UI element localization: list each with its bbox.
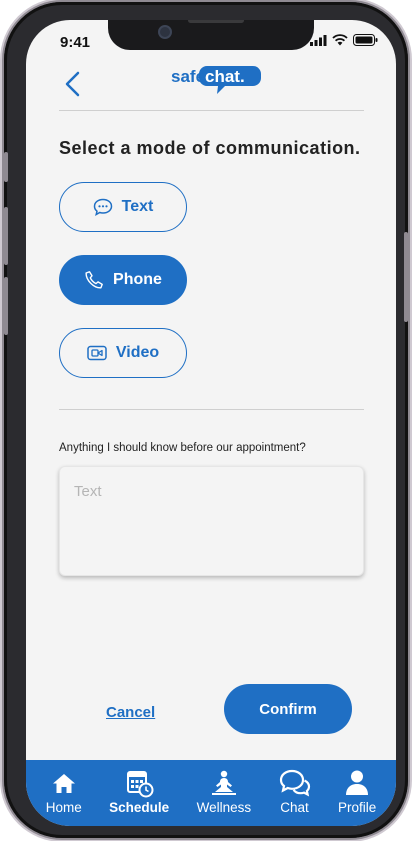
phone-frame: 9:41 safe chat. Select a mode of communi…: [4, 2, 408, 838]
calendar-clock-icon: [127, 771, 154, 798]
mute-switch: [4, 152, 8, 182]
mode-phone-label: Phone: [113, 271, 162, 288]
top-divider: [59, 110, 364, 111]
volume-up-button: [4, 207, 8, 265]
battery-icon: [353, 34, 378, 46]
meditation-icon: [211, 770, 236, 795]
tab-home[interactable]: Home: [46, 768, 82, 815]
logo-text-safe: safe: [171, 67, 205, 86]
status-time: 9:41: [60, 34, 91, 51]
chat-bubble-icon: [93, 198, 112, 216]
tab-schedule[interactable]: Schedule: [109, 768, 169, 815]
camera: [158, 25, 172, 39]
safechat-logo: safe chat.: [171, 62, 261, 96]
mode-text-button[interactable]: Text: [59, 182, 187, 232]
tab-schedule-label: Schedule: [109, 800, 170, 815]
confirm-button[interactable]: Confirm: [224, 684, 352, 734]
tab-wellness[interactable]: Wellness: [196, 768, 252, 815]
tab-home-label: Home: [45, 800, 82, 815]
person-icon: [346, 770, 369, 795]
speaker: [188, 20, 244, 23]
tab-chat[interactable]: Chat: [279, 768, 311, 815]
volume-down-button: [4, 277, 8, 335]
wifi-icon: [332, 34, 348, 46]
signal-icon: [310, 34, 327, 46]
screen: 9:41 safe chat. Select a mode of communi…: [26, 20, 396, 826]
logo-text-chat: chat.: [205, 67, 245, 86]
status-icons: [310, 34, 378, 46]
home-icon: [52, 774, 75, 793]
page-heading: Select a mode of communication.: [59, 138, 361, 158]
tab-chat-label: Chat: [280, 800, 309, 815]
back-chevron-icon[interactable]: [62, 70, 84, 98]
mode-video-label: Video: [115, 344, 160, 361]
mode-text-label: Text: [121, 198, 154, 215]
notes-textarea[interactable]: [59, 466, 364, 576]
notch: [108, 20, 314, 50]
tab-profile-label: Profile: [337, 800, 377, 815]
power-button: [404, 232, 408, 322]
tab-bar: Home Schedule Wellness Chat Profile: [26, 760, 396, 826]
cancel-button[interactable]: Cancel: [106, 704, 155, 721]
middle-divider: [59, 409, 364, 410]
tab-wellness-label: Wellness: [196, 800, 252, 815]
notes-question: Anything I should know before our appoin…: [59, 442, 306, 454]
video-icon: [87, 345, 107, 361]
phone-icon: [85, 271, 103, 289]
mode-phone-button[interactable]: Phone: [59, 255, 187, 305]
mode-video-button[interactable]: Video: [59, 328, 187, 378]
tab-profile[interactable]: Profile: [338, 768, 376, 815]
chat-bubbles-icon: [279, 769, 310, 797]
